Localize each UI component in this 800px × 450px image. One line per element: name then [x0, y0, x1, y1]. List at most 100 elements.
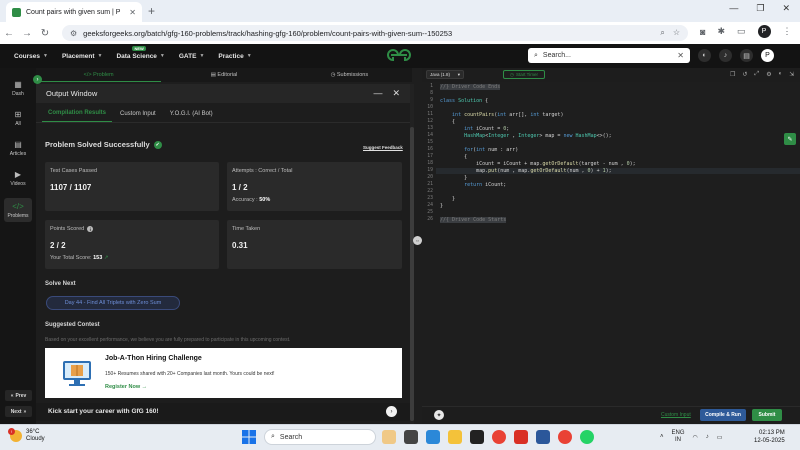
menu-placement[interactable]: Placement ▼ [62, 53, 102, 60]
settings-icon[interactable]: ⚙ [766, 71, 771, 78]
next-button[interactable]: Next» [5, 406, 32, 417]
theme-toggle-icon[interactable]: ◐ [698, 49, 711, 62]
tab-yogi-bot[interactable]: Y.O.G.I. (AI Bot) [164, 111, 219, 122]
tab-problem[interactable]: </> Problem [36, 68, 162, 82]
wifi-icon[interactable]: ◠ [693, 434, 698, 441]
restore-icon[interactable]: ❐ [756, 3, 764, 14]
chat-bubble-icon[interactable]: ✎ [784, 133, 796, 145]
volume-icon[interactable]: ♪ [706, 434, 709, 440]
browser-tab[interactable]: Count pairs with given sum | P ✕ [6, 2, 142, 22]
acrobat-app-icon[interactable] [514, 430, 528, 444]
line-number: 8 [430, 91, 433, 96]
line-number: 24 [427, 203, 433, 208]
tab-compilation-results[interactable]: Compilation Results [42, 110, 113, 122]
close-panel-icon[interactable]: ✕ [392, 88, 400, 99]
panel-resize-handle[interactable]: ⇔ [413, 236, 422, 245]
rail-item-problems[interactable]: </> Problems [4, 198, 32, 222]
chrome-app-icon[interactable] [492, 430, 506, 444]
user-avatar[interactable]: P [761, 49, 774, 62]
bookmark-star-icon[interactable]: ☆ [673, 28, 680, 38]
extensions-icon[interactable]: ✱ [717, 26, 725, 37]
dashboard-icon: ▦ [14, 79, 22, 89]
grid-icon: ⊞ [14, 109, 22, 119]
sidebar-icon[interactable]: ▭ [737, 26, 746, 37]
register-now-link[interactable]: Register Now → [105, 384, 147, 390]
suggested-contest-heading: Suggested Contest [45, 322, 100, 328]
back-icon[interactable]: ← [0, 28, 18, 39]
code-line: int iCount = 0; [464, 126, 510, 132]
task-view-icon[interactable] [404, 430, 418, 444]
collapse-icon[interactable]: ⇲ [789, 71, 794, 78]
menu-gate[interactable]: GATE ▼ [179, 53, 205, 60]
profile-avatar[interactable]: P [757, 25, 771, 38]
start-timer-button[interactable]: ◷ Start Timer [503, 70, 545, 79]
line-number: 12 [427, 119, 433, 124]
output-scrollbar[interactable] [410, 127, 414, 421]
rail-item-dash[interactable]: ▦ Dash [4, 76, 32, 100]
taskbar-clock[interactable]: 02:13 PM 12-05-2025 [754, 429, 785, 445]
prev-button[interactable]: «Prev [5, 390, 32, 401]
minimize-panel-icon[interactable]: — [373, 88, 382, 99]
weather-widget[interactable]: ! 36°C Cloudy [8, 428, 45, 443]
terminal-app-icon[interactable] [470, 430, 484, 444]
fullscreen-icon[interactable]: ⤢ [754, 71, 759, 78]
chrome-profile-app-icon[interactable] [558, 430, 572, 444]
suggest-feedback-link[interactable]: Suggest Feedback [363, 145, 403, 150]
windows-start-icon[interactable] [242, 430, 256, 444]
whatsapp-app-icon[interactable] [580, 430, 594, 444]
word-app-icon[interactable] [536, 430, 550, 444]
next-problem-link[interactable]: Day 44 - Find All Triplets with Zero Sum [46, 296, 180, 310]
rail-item-videos[interactable]: ▶ Videos [4, 166, 32, 190]
copy-icon[interactable]: ❐ [730, 71, 735, 78]
theme-icon[interactable]: ◐ [779, 71, 783, 78]
minimize-icon[interactable]: — [729, 3, 738, 14]
zoom-icon[interactable]: ⌕ [660, 28, 664, 38]
camera-icon[interactable]: ◙ [700, 27, 705, 37]
rail-item-all[interactable]: ⊞ All [4, 106, 32, 130]
forward-icon[interactable]: → [18, 28, 36, 39]
custom-input-link[interactable]: Custom Input [661, 412, 691, 418]
promo-arrow-icon[interactable]: › [386, 406, 397, 417]
notification-icon[interactable]: ♪ [719, 49, 732, 62]
meet-app-icon[interactable] [426, 430, 440, 444]
line-number: 14 [427, 133, 433, 138]
menu-data-science[interactable]: NEW Data Science ▼ [116, 45, 165, 60]
solve-next-heading: Solve Next [45, 281, 76, 287]
menu-practice[interactable]: Practice ▼ [218, 53, 251, 60]
attempts-value: 1 / 2 [232, 183, 248, 192]
compile-run-button[interactable]: Compile & Run [700, 409, 746, 421]
rail-item-articles[interactable]: ▤ Articles [4, 136, 32, 160]
chevron-up-icon[interactable]: ˄ [660, 434, 664, 440]
language-indicator[interactable]: ENG IN [672, 430, 685, 444]
tab-custom-input[interactable]: Custom Input [114, 111, 162, 122]
close-tab-icon[interactable]: ✕ [129, 8, 136, 17]
code-line: HashMap<Integer , Integer> map = new Has… [464, 133, 612, 139]
more-menu-icon[interactable]: ⋮ [783, 26, 792, 37]
site-info-icon[interactable]: ⚙ [70, 29, 77, 38]
info-icon[interactable]: i [87, 226, 94, 232]
new-tab-icon[interactable]: + [148, 4, 155, 18]
url-bar[interactable]: ⚙ geeksforgeeks.org/batch/gfg-160-proble… [62, 25, 688, 41]
taskbar-search[interactable]: ⌕ Search [264, 429, 376, 445]
language-select[interactable]: Java (1.8) ▾ [426, 70, 464, 79]
battery-icon[interactable]: ▭ [717, 434, 723, 441]
gfg-logo[interactable] [387, 48, 411, 62]
file-explorer-icon[interactable] [448, 430, 462, 444]
close-window-icon[interactable]: ✕ [782, 3, 790, 14]
hint-bulb-icon[interactable]: ✦ [434, 410, 444, 420]
site-search-input[interactable]: ⌕ Search... ✕ [528, 48, 690, 63]
tab-editorial[interactable]: ▤ Editorial [161, 72, 286, 78]
expand-rail-icon[interactable]: › [33, 75, 42, 84]
copilot-app-icon[interactable] [382, 430, 396, 444]
reset-icon[interactable]: ↺ [742, 71, 747, 78]
submit-button[interactable]: Submit [752, 409, 782, 421]
reload-icon[interactable]: ↻ [36, 28, 54, 39]
menu-courses[interactable]: Courses ▼ [14, 53, 48, 60]
clear-search-icon[interactable]: ✕ [677, 51, 684, 60]
tab-submissions[interactable]: ◷ Submissions [287, 72, 412, 78]
chat-icon[interactable]: ▤ [740, 49, 753, 62]
line-number: 17 [427, 154, 433, 159]
double-chevron-right-icon: » [23, 408, 27, 415]
